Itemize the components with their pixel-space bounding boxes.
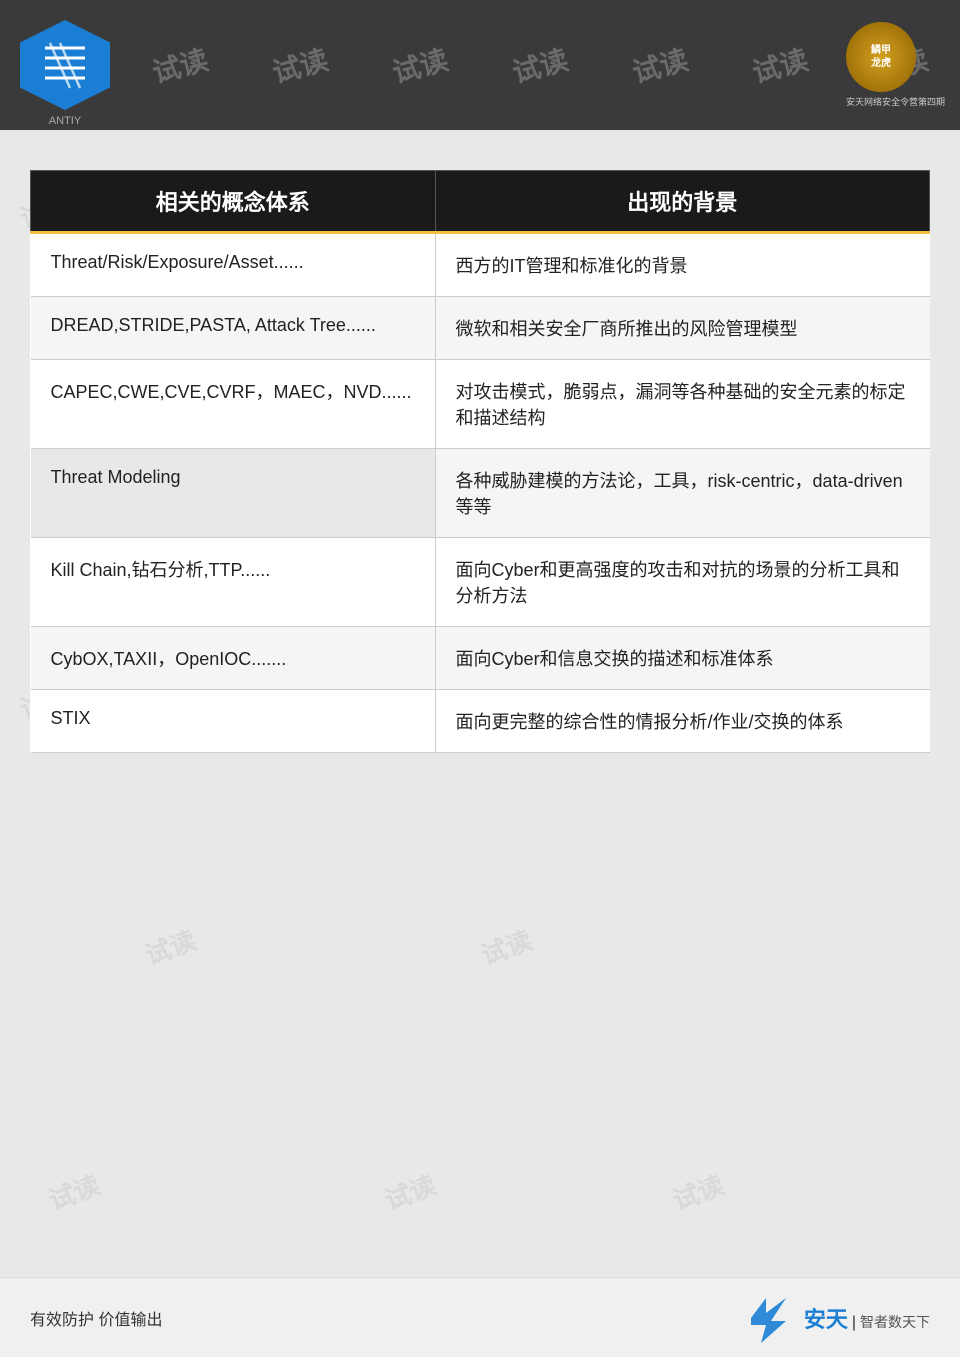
- cell-concept-2: CAPEC,CWE,CVE,CVRF，MAEC，NVD......: [31, 360, 436, 449]
- watermark-6: 试读: [628, 38, 692, 91]
- cell-concept-0: Threat/Risk/Exposure/Asset......: [31, 233, 436, 297]
- cell-concept-1: DREAD,STRIDE,PASTA, Attack Tree......: [31, 297, 436, 360]
- watermark-3: 试读: [268, 38, 332, 91]
- col2-header: 出现的背景: [435, 171, 929, 233]
- table-row: CAPEC,CWE,CVE,CVRF，MAEC，NVD......对攻击模式，脆…: [31, 360, 930, 449]
- antiy-label: ANTIY: [10, 115, 120, 127]
- page-footer: 有效防护 价值输出 安天 | 智者数天下: [0, 1277, 960, 1357]
- page-header: ANTIY 试读 试读 试读 试读 试读 试读 试读 试读 鳞甲龙虎 安天网络安…: [0, 0, 960, 130]
- body-watermark-13: 试读: [379, 1165, 441, 1218]
- watermark-7: 试读: [748, 38, 812, 91]
- cell-background-4: 面向Cyber和更高强度的攻击和对抗的场景的分析工具和分析方法: [435, 538, 929, 627]
- table-row: Threat/Risk/Exposure/Asset......西方的IT管理和…: [31, 233, 930, 297]
- footer-left-text: 有效防护 价值输出: [30, 1306, 162, 1330]
- footer-brand-sub: 智者数天下: [860, 1312, 930, 1332]
- body-watermark-12: 试读: [43, 1165, 105, 1218]
- footer-brand-texts: 安天 | 智者数天下: [804, 1302, 930, 1334]
- brand-circle-text: 鳞甲龙虎: [871, 44, 891, 70]
- brand-circle: 鳞甲龙虎: [846, 22, 916, 92]
- cell-background-6: 面向更完整的综合性的情报分析/作业/交换的体系: [435, 690, 929, 753]
- body-watermark-10: 试读: [139, 920, 201, 973]
- main-content: 相关的概念体系 出现的背景 Threat/Risk/Exposure/Asset…: [0, 130, 960, 833]
- cell-background-1: 微软和相关安全厂商所推出的风险管理模型: [435, 297, 929, 360]
- table-row: DREAD,STRIDE,PASTA, Attack Tree......微软和…: [31, 297, 930, 360]
- header-watermarks: 试读 试读 试读 试读 试读 试读 试读 试读: [0, 0, 960, 130]
- table-row: STIX面向更完整的综合性的情报分析/作业/交换的体系: [31, 690, 930, 753]
- body-watermark-11: 试读: [475, 920, 537, 973]
- cell-concept-3: Threat Modeling: [31, 449, 436, 538]
- cell-background-2: 对攻击模式，脆弱点，漏洞等各种基础的安全元素的标定和描述结构: [435, 360, 929, 449]
- brand-sub-text: 安天网络安全令营第四期: [846, 95, 945, 108]
- concept-table: 相关的概念体系 出现的背景 Threat/Risk/Exposure/Asset…: [30, 170, 930, 753]
- cell-background-3: 各种威胁建模的方法论，工具，risk-centric，data-driven等等: [435, 449, 929, 538]
- cell-background-5: 面向Cyber和信息交换的描述和标准体系: [435, 627, 929, 690]
- watermark-2: 试读: [148, 38, 212, 91]
- footer-brand-name: 安天: [804, 1302, 848, 1334]
- footer-brand-separator: |: [852, 1314, 856, 1332]
- table-row: Threat Modeling各种威胁建模的方法论，工具，risk-centri…: [31, 449, 930, 538]
- watermark-5: 试读: [508, 38, 572, 91]
- footer-logo-svg: [741, 1293, 796, 1343]
- cell-concept-4: Kill Chain,钻石分析,TTP......: [31, 538, 436, 627]
- table-header-row: 相关的概念体系 出现的背景: [31, 171, 930, 233]
- table-row: Kill Chain,钻石分析,TTP......面向Cyber和更高强度的攻击…: [31, 538, 930, 627]
- header-right-brand: 鳞甲龙虎 安天网络安全令营第四期: [846, 22, 945, 108]
- col1-header: 相关的概念体系: [31, 171, 436, 233]
- header-logo: ANTIY: [10, 10, 120, 120]
- cell-concept-6: STIX: [31, 690, 436, 753]
- cell-concept-5: CybOX,TAXII，OpenIOC.......: [31, 627, 436, 690]
- logo-text: [35, 33, 95, 97]
- hex-logo-shape: [20, 20, 110, 110]
- body-watermark-14: 试读: [667, 1165, 729, 1218]
- watermark-4: 试读: [388, 38, 452, 91]
- table-row: CybOX,TAXII，OpenIOC.......面向Cyber和信息交换的描…: [31, 627, 930, 690]
- cell-background-0: 西方的IT管理和标准化的背景: [435, 233, 929, 297]
- footer-logo-area: 安天 | 智者数天下: [741, 1293, 930, 1343]
